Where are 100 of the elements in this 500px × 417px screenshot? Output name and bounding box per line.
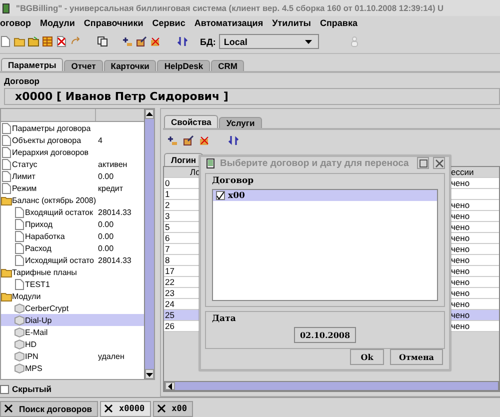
tab[interactable]: Параметры: [1, 58, 64, 71]
table-cell: 25: [165, 310, 174, 320]
menu-item[interactable]: Автоматизация: [194, 18, 264, 28]
refresh-icon[interactable]: [177, 36, 188, 47]
tree-label: Статус: [12, 160, 38, 168]
tree-row[interactable]: Объекты договора 4: [1, 134, 144, 146]
tree-label: MPS: [25, 364, 42, 372]
tab[interactable]: Логин: [164, 153, 204, 166]
dialog-button[interactable]: Ok: [350, 349, 384, 365]
cube-icon: [14, 362, 25, 374]
vertical-scrollbar[interactable]: [144, 109, 154, 379]
tree-label: Dial-Up: [25, 316, 52, 324]
table-cell: чено: [451, 178, 470, 188]
tree-row[interactable]: Лимит 0.00: [1, 170, 144, 182]
tree-row[interactable]: E-Mail: [1, 326, 144, 338]
edit-icon[interactable]: [136, 36, 147, 47]
tree-value: 0.00: [98, 172, 115, 180]
menu-item[interactable]: Сервис: [152, 18, 186, 28]
group-label: Договор: [3, 75, 40, 86]
checkbox[interactable]: [0, 384, 9, 394]
cube-icon: [14, 350, 25, 362]
delete-icon[interactable]: [199, 135, 210, 146]
table-cell: 7: [165, 244, 170, 254]
menu-item[interactable]: Справочники: [84, 18, 144, 28]
table-cell: 5: [165, 222, 170, 232]
tree-label: HD: [25, 340, 37, 348]
menu-item[interactable]: Справка: [320, 18, 358, 28]
dialog-button[interactable]: Отмена: [390, 349, 443, 365]
open-folder-icon[interactable]: [14, 36, 25, 47]
tree-row[interactable]: IPN удален: [1, 350, 144, 362]
tree-row[interactable]: Баланс (октябрь 2008): [1, 194, 144, 206]
tree-row[interactable]: Входящий остаток 28014.33: [1, 206, 144, 218]
close-icon[interactable]: [103, 403, 114, 414]
tree-row[interactable]: Dial-Up: [1, 314, 144, 326]
document-tab[interactable]: x00: [152, 400, 193, 416]
checkbox[interactable]: [216, 191, 225, 200]
document-icon: [14, 230, 25, 242]
close-button[interactable]: [433, 157, 445, 169]
tree-value: удален: [98, 352, 126, 360]
table-cell: чено: [451, 200, 470, 210]
tree-label: Лимит: [12, 172, 36, 180]
table-cell: 24: [165, 299, 174, 309]
tree-row[interactable]: Параметры договора: [1, 122, 144, 134]
open-folder-icon[interactable]: [28, 36, 39, 47]
tree-row[interactable]: HD: [1, 338, 144, 350]
refresh-icon[interactable]: [228, 135, 239, 146]
folder-icon: [1, 290, 12, 302]
table-icon[interactable]: [42, 36, 53, 47]
tree-row[interactable]: Иерархия договоров: [1, 146, 144, 158]
menu-item[interactable]: Утилиты: [272, 18, 311, 28]
tree-row[interactable]: Расход 0.00: [1, 242, 144, 254]
tree-value: 28014.33: [98, 208, 132, 216]
close-icon[interactable]: [3, 403, 14, 414]
tree-row[interactable]: TEST1: [1, 278, 144, 290]
date-button[interactable]: 02.10.2008: [294, 327, 356, 343]
tab[interactable]: Свойства: [164, 115, 218, 128]
menu-item[interactable]: Модули: [40, 18, 75, 28]
document-icon: [14, 242, 25, 254]
checkbox-label: Скрытый: [12, 384, 52, 394]
tree-row[interactable]: Модули: [1, 290, 144, 302]
list-item[interactable]: x00: [213, 190, 437, 201]
add-icon[interactable]: [122, 36, 133, 47]
new-document-icon[interactable]: [0, 36, 11, 47]
delete-document-icon[interactable]: [56, 36, 67, 47]
delete-icon[interactable]: [150, 36, 161, 47]
tree-row[interactable]: Режим кредит: [1, 182, 144, 194]
list-item-label: x00: [228, 190, 245, 200]
close-icon[interactable]: [156, 403, 167, 414]
document-tab[interactable]: x0000: [100, 400, 151, 416]
tree-row[interactable]: Наработка 0.00: [1, 230, 144, 242]
table-cell: чено: [451, 266, 470, 276]
maximize-button[interactable]: [417, 157, 429, 169]
tree-label: Иерархия договоров: [12, 148, 89, 156]
folder-icon: [1, 194, 12, 206]
table-cell: чено: [451, 321, 470, 331]
tab[interactable]: CRM: [211, 60, 244, 71]
horizontal-scrollbar[interactable]: [164, 381, 499, 391]
tab[interactable]: Карточки: [104, 60, 156, 71]
cube-icon: [14, 338, 25, 350]
tree-value: 0.00: [98, 232, 115, 240]
document-tab[interactable]: Поиск договоров: [0, 400, 98, 416]
tree-label: Приход: [25, 220, 53, 228]
menu-item[interactable]: оговор: [0, 18, 32, 28]
tab[interactable]: Услуги: [219, 117, 262, 128]
tab[interactable]: Отчет: [64, 60, 103, 71]
tree-value: кредит: [98, 184, 124, 192]
tree-row[interactable]: CerberCrypt: [1, 302, 144, 314]
tree-row[interactable]: Тарифные планы: [1, 266, 144, 278]
tree-row[interactable]: Статус активен: [1, 158, 144, 170]
tree-row[interactable]: Приход 0.00: [1, 218, 144, 230]
tree-row[interactable]: Исходящий остато 28014.33: [1, 254, 144, 266]
database-dropdown[interactable]: Local: [218, 34, 319, 49]
tree-label: Исходящий остато: [25, 256, 94, 264]
group-label: Дата: [212, 314, 237, 324]
copy-icon[interactable]: [97, 36, 108, 47]
tab[interactable]: HelpDesk: [157, 60, 210, 71]
edit-icon[interactable]: [183, 135, 194, 146]
add-icon[interactable]: [167, 135, 178, 146]
tree-row[interactable]: MPS: [1, 362, 144, 374]
close-icon: [434, 158, 444, 168]
